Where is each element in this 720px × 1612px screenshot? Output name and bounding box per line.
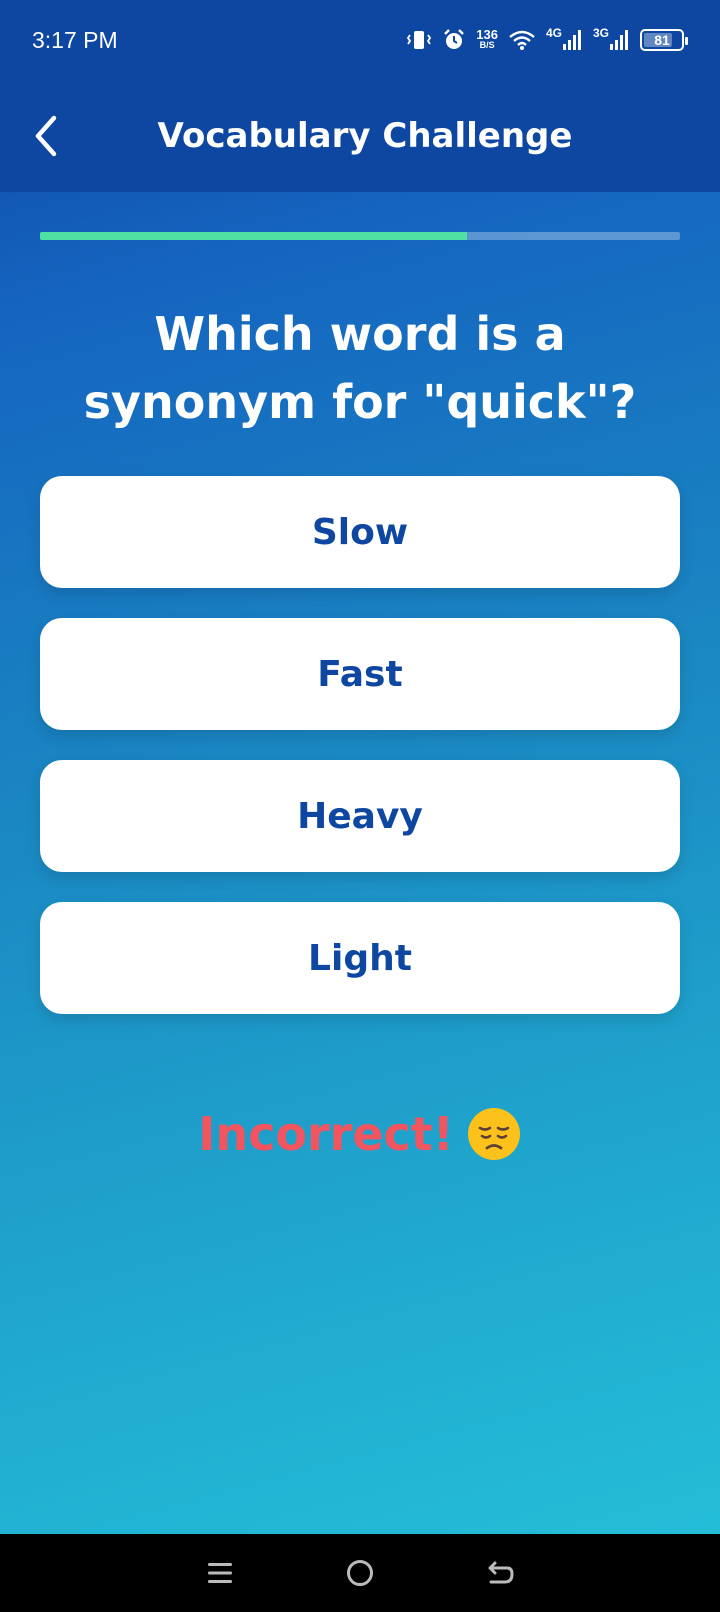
network-speed-value: 136 (476, 27, 498, 42)
status-icons: 136 B/S 4G 3G 81 (406, 26, 688, 52)
back-button[interactable] (26, 110, 66, 162)
option-button-light[interactable]: Light (40, 902, 680, 1014)
battery-level: 81 (654, 32, 670, 48)
pensive-face-icon (467, 1108, 520, 1160)
back-icon (488, 1561, 514, 1584)
system-nav-bar (0, 1534, 720, 1612)
feedback-text: Incorrect! (198, 1107, 454, 1161)
system-back-button[interactable] (480, 1553, 520, 1593)
app-bar: Vocabulary Challenge (0, 80, 720, 192)
home-button[interactable] (340, 1553, 380, 1593)
battery-icon: 81 (640, 29, 688, 51)
wifi-icon (508, 29, 536, 51)
status-time: 3:17 PM (32, 26, 118, 53)
option-button-slow[interactable]: Slow (40, 476, 680, 588)
progress-bar (40, 232, 680, 240)
signal-4g-label: 4G (545, 26, 562, 40)
option-button-heavy[interactable]: Heavy (40, 760, 680, 872)
signal-4g: 4G (545, 26, 583, 51)
back-arrow-icon (35, 115, 57, 157)
signal-3g-label: 3G (592, 26, 609, 40)
alarm-icon (442, 28, 466, 52)
signal-icon (610, 30, 628, 50)
network-speed-unit: B/S (479, 40, 495, 50)
vibrate-icon (406, 29, 432, 51)
question-text: Which word is a synonym for "quick"? (83, 307, 637, 429)
menu-icon (208, 1563, 232, 1583)
home-icon (347, 1560, 373, 1586)
page-title: Vocabulary Challenge (157, 116, 573, 156)
menu-button[interactable] (200, 1553, 240, 1593)
option-button-fast[interactable]: Fast (40, 618, 680, 730)
network-speed: 136 B/S (476, 27, 498, 51)
signal-icon (562, 30, 581, 50)
signal-3g: 3G (592, 26, 630, 51)
feedback-message: Incorrect! (0, 1106, 720, 1162)
status-bar: 3:17 PM 136 B/S 4G 3G 81 (0, 0, 720, 80)
progress-fill (40, 232, 467, 240)
answer-options: Slow Fast Heavy Light (40, 476, 680, 1044)
